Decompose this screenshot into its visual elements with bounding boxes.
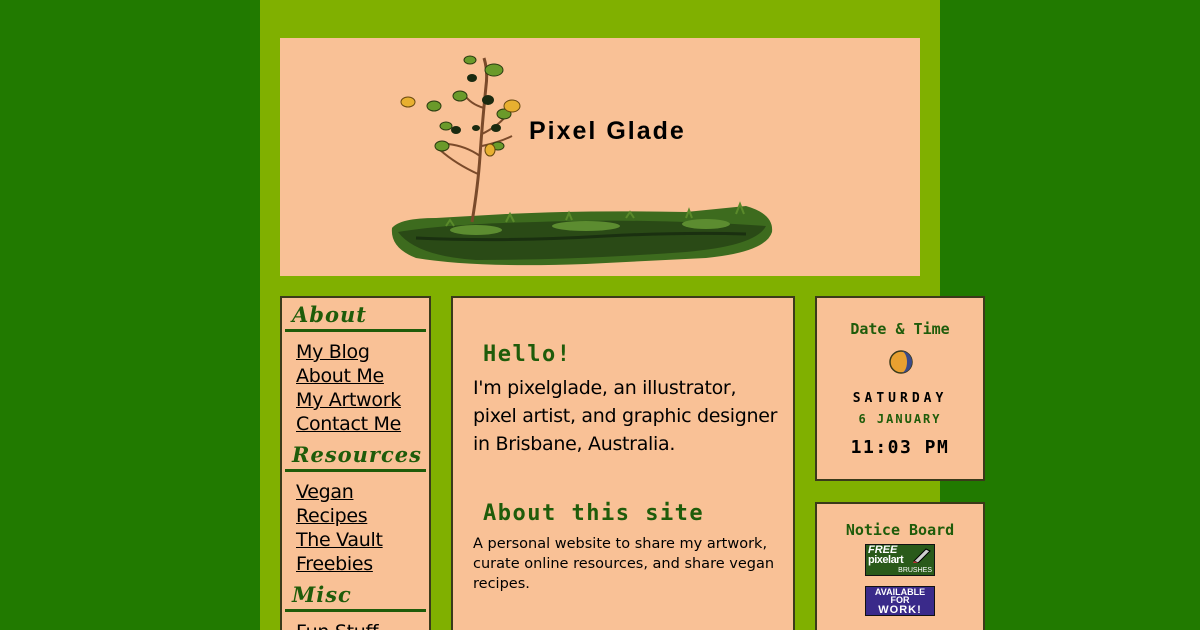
sidebar-heading-resources: Resources [285, 442, 426, 472]
main-content: Hello! I'm pixelglade, an illustrator, p… [451, 296, 795, 630]
available-for-work-badge[interactable]: AVAILABLE FOR WORK! [865, 586, 935, 616]
sidebar-heading-about: About [285, 302, 426, 332]
notice-board: Notice Board FREE pixelart BRUSHES AVAIL… [815, 502, 985, 630]
date-time-widget: Date & Time SATURDAY 6 JANUARY 11:03 PM [815, 296, 985, 481]
sidebar-link-the-vault[interactable]: The Vault [296, 528, 429, 552]
sidebar-link-my-blog[interactable]: My Blog [296, 340, 429, 364]
sidebar-list-resources: Vegan Recipes The Vault Freebies [282, 472, 429, 582]
moon-phase-icon [889, 350, 913, 374]
sidebar-list-about: My Blog About Me My Artwork Contact Me [282, 332, 429, 442]
brush-icon [913, 548, 931, 563]
hello-text: I'm pixelglade, an illustrator, pixel ar… [473, 377, 778, 455]
sidebar-nav: About My Blog About Me My Artwork Contac… [280, 296, 431, 630]
date-label: 6 JANUARY [858, 412, 942, 426]
site-title: Pixel Glade [529, 117, 686, 145]
badge-pixelart-text: pixelart [868, 554, 904, 566]
tree-island-illustration [391, 55, 773, 266]
notice-board-heading: Notice Board [845, 521, 955, 539]
sidebar-link-contact-me[interactable]: Contact Me [296, 412, 429, 436]
sidebar-list-misc: Fun Stuff [282, 612, 429, 630]
hello-heading: Hello! [483, 342, 572, 367]
badge-work-text: WORK! [878, 604, 922, 616]
sidebar-link-my-artwork[interactable]: My Artwork [296, 388, 429, 412]
about-site-text: A personal website to share my artwork, … [473, 536, 775, 592]
sidebar-heading-misc: Misc [285, 582, 426, 612]
free-brushes-badge[interactable]: FREE pixelart BRUSHES [865, 544, 935, 576]
weekday-label: SATURDAY [852, 391, 948, 406]
badge-brushes-text: BRUSHES [898, 567, 932, 574]
sidebar-link-about-me[interactable]: About Me [296, 364, 429, 388]
sidebar-link-fun-stuff[interactable]: Fun Stuff [296, 620, 429, 630]
time-label: 11:03 PM [850, 437, 950, 458]
about-site-heading: About this site [483, 501, 705, 526]
date-time-heading: Date & Time [850, 320, 950, 338]
sidebar-link-vegan-recipes[interactable]: Vegan Recipes [296, 480, 429, 528]
sidebar-link-freebies[interactable]: Freebies [296, 552, 429, 576]
